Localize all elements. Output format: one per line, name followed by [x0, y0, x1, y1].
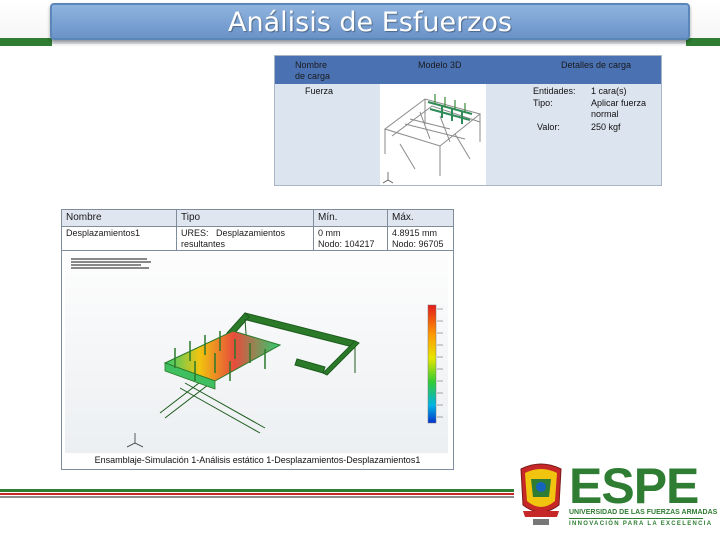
results-data-row: Desplazamientos1 URES: Desplazamientos r…: [62, 226, 453, 251]
university-crest-icon: [520, 463, 562, 525]
col-header-max: Máx.: [392, 212, 414, 223]
footer-line-gray: [0, 496, 514, 498]
logo-wordmark: ESPE: [569, 458, 699, 514]
logo-divider: [569, 518, 703, 519]
header-accent-left: [0, 38, 52, 46]
footer-line-green: [0, 489, 514, 492]
detail-value-type: Aplicar fuerza normal: [591, 98, 647, 119]
deformation-model: [126, 304, 443, 448]
axis-triad-icon: [126, 433, 144, 448]
result-min: 0 mm Nodo: 104217: [314, 226, 388, 250]
plot-header-text: [71, 257, 151, 271]
logo-subtitle: UNIVERSIDAD DE LAS FUERZAS ARMADAS: [569, 509, 718, 516]
detail-value-entities: 1 cara(s): [591, 86, 627, 96]
footer-line-red: [0, 493, 514, 495]
header-accent-right: [686, 38, 720, 46]
frame-model-image: [382, 94, 482, 184]
color-legend: [427, 304, 443, 424]
result-type: URES: Desplazamientos resultantes: [177, 226, 314, 250]
col-header-name: Nombre: [62, 210, 177, 226]
logo-tagline: INNOVACIÓN PARA LA EXCELENCIA: [569, 521, 713, 527]
detail-label-value: Valor:: [537, 122, 560, 132]
header-load-details: Detalles de carga: [561, 60, 632, 70]
header-strip: [52, 40, 686, 44]
col-header-min: Mín.: [314, 210, 388, 226]
displacement-plot: [65, 253, 448, 453]
load-name-value: Fuerza: [305, 86, 334, 96]
model-3d-image: [380, 84, 486, 185]
detail-label-type: Tipo:: [533, 98, 553, 108]
result-name: Desplazamientos1: [62, 226, 177, 250]
load-table: Nombre de carga Modelo 3D Detalles de ca…: [274, 55, 662, 186]
header-load-name: Nombre de carga: [295, 60, 331, 81]
plot-caption: Ensamblaje-Simulación 1-Análisis estátic…: [94, 455, 421, 465]
detail-value-value: 250 kgf: [591, 122, 621, 132]
results-header-row: Nombre Tipo Mín. Máx.: [62, 210, 453, 227]
header-3d-model: Modelo 3D: [418, 60, 462, 70]
result-max: 4.8915 mm Nodo: 96705: [392, 228, 444, 249]
col-header-type: Tipo: [177, 210, 314, 226]
title-box: Análisis de Esfuerzos: [50, 3, 690, 40]
detail-label-entities: Entidades:: [533, 86, 576, 96]
slide-title: Análisis de Esfuerzos: [228, 7, 512, 38]
results-table: Nombre Tipo Mín. Máx. Desplazamientos1 U…: [61, 209, 454, 470]
